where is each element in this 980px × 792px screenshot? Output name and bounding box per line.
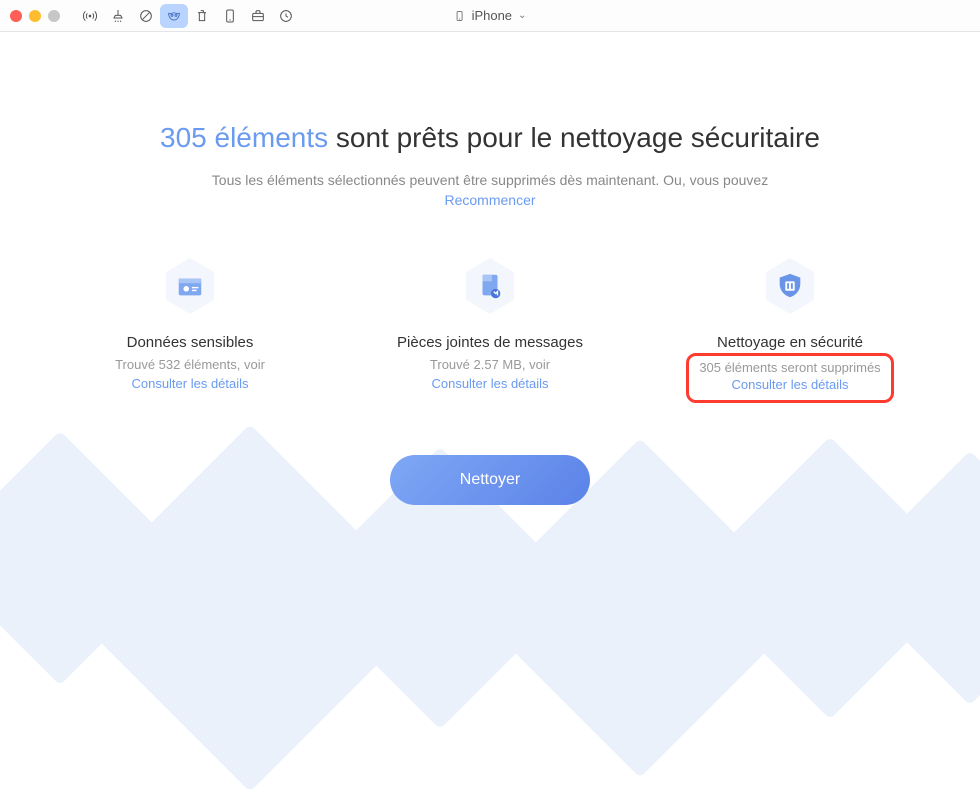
details-link-sensitive[interactable]: Consulter les détails — [131, 376, 248, 391]
card-found-text: 305 éléments seront supprimés — [699, 360, 880, 375]
main-content: 305 éléments sont prêts pour le nettoyag… — [0, 32, 980, 505]
id-card-icon — [174, 270, 206, 302]
restart-link[interactable]: Recommencer — [0, 192, 980, 208]
card-title: Nettoyage en sécurité — [717, 334, 863, 351]
minimize-window-button[interactable] — [29, 10, 41, 22]
device-label: iPhone — [472, 8, 512, 23]
close-window-button[interactable] — [10, 10, 22, 22]
window-controls — [10, 10, 60, 22]
history-icon[interactable] — [272, 4, 300, 28]
card-title: Pièces jointes de messages — [397, 334, 583, 351]
chevron-down-icon: ⌄ — [518, 10, 526, 21]
page-title: 305 éléments sont prêts pour le nettoyag… — [0, 122, 980, 154]
device-icon[interactable] — [216, 4, 244, 28]
maximize-window-button[interactable] — [48, 10, 60, 22]
shield-icon — [774, 270, 806, 302]
page-subtitle: Tous les éléments sélectionnés peuvent ê… — [0, 172, 980, 188]
attachment-icon — [474, 270, 506, 302]
broadcast-icon[interactable] — [76, 4, 104, 28]
cards-row: Données sensibles Trouvé 532 éléments, v… — [0, 254, 980, 403]
card-sensitive-data: Données sensibles Trouvé 532 éléments, v… — [80, 254, 300, 403]
headline-count: 305 éléments — [160, 122, 328, 153]
card-found-text: Trouvé 532 éléments, voir — [115, 357, 265, 372]
privacy-mask-icon[interactable] — [160, 4, 188, 28]
card-found-text: Trouvé 2.57 MB, voir — [430, 357, 550, 372]
clean-brush-icon[interactable] — [104, 4, 132, 28]
block-icon[interactable] — [132, 4, 160, 28]
toolbar — [76, 4, 300, 28]
card-icon-wrap — [458, 254, 522, 318]
card-secure-clean: Nettoyage en sécurité 305 éléments seron… — [680, 254, 900, 403]
card-icon-wrap — [158, 254, 222, 318]
headline-rest: sont prêts pour le nettoyage sécuritaire — [328, 122, 820, 153]
details-link-attachments[interactable]: Consulter les détails — [431, 376, 548, 391]
device-selector[interactable]: iPhone ⌄ — [454, 8, 527, 23]
titlebar: iPhone ⌄ — [0, 0, 980, 32]
card-message-attachments: Pièces jointes de messages Trouvé 2.57 M… — [380, 254, 600, 403]
card-title: Données sensibles — [127, 334, 254, 351]
trash-icon[interactable] — [188, 4, 216, 28]
details-link-secure[interactable]: Consulter les détails — [731, 377, 848, 392]
phone-icon — [454, 9, 466, 23]
highlighted-details: 305 éléments seront supprimés Consulter … — [686, 353, 893, 403]
clean-button[interactable]: Nettoyer — [390, 455, 590, 505]
briefcase-icon[interactable] — [244, 4, 272, 28]
card-icon-wrap — [758, 254, 822, 318]
